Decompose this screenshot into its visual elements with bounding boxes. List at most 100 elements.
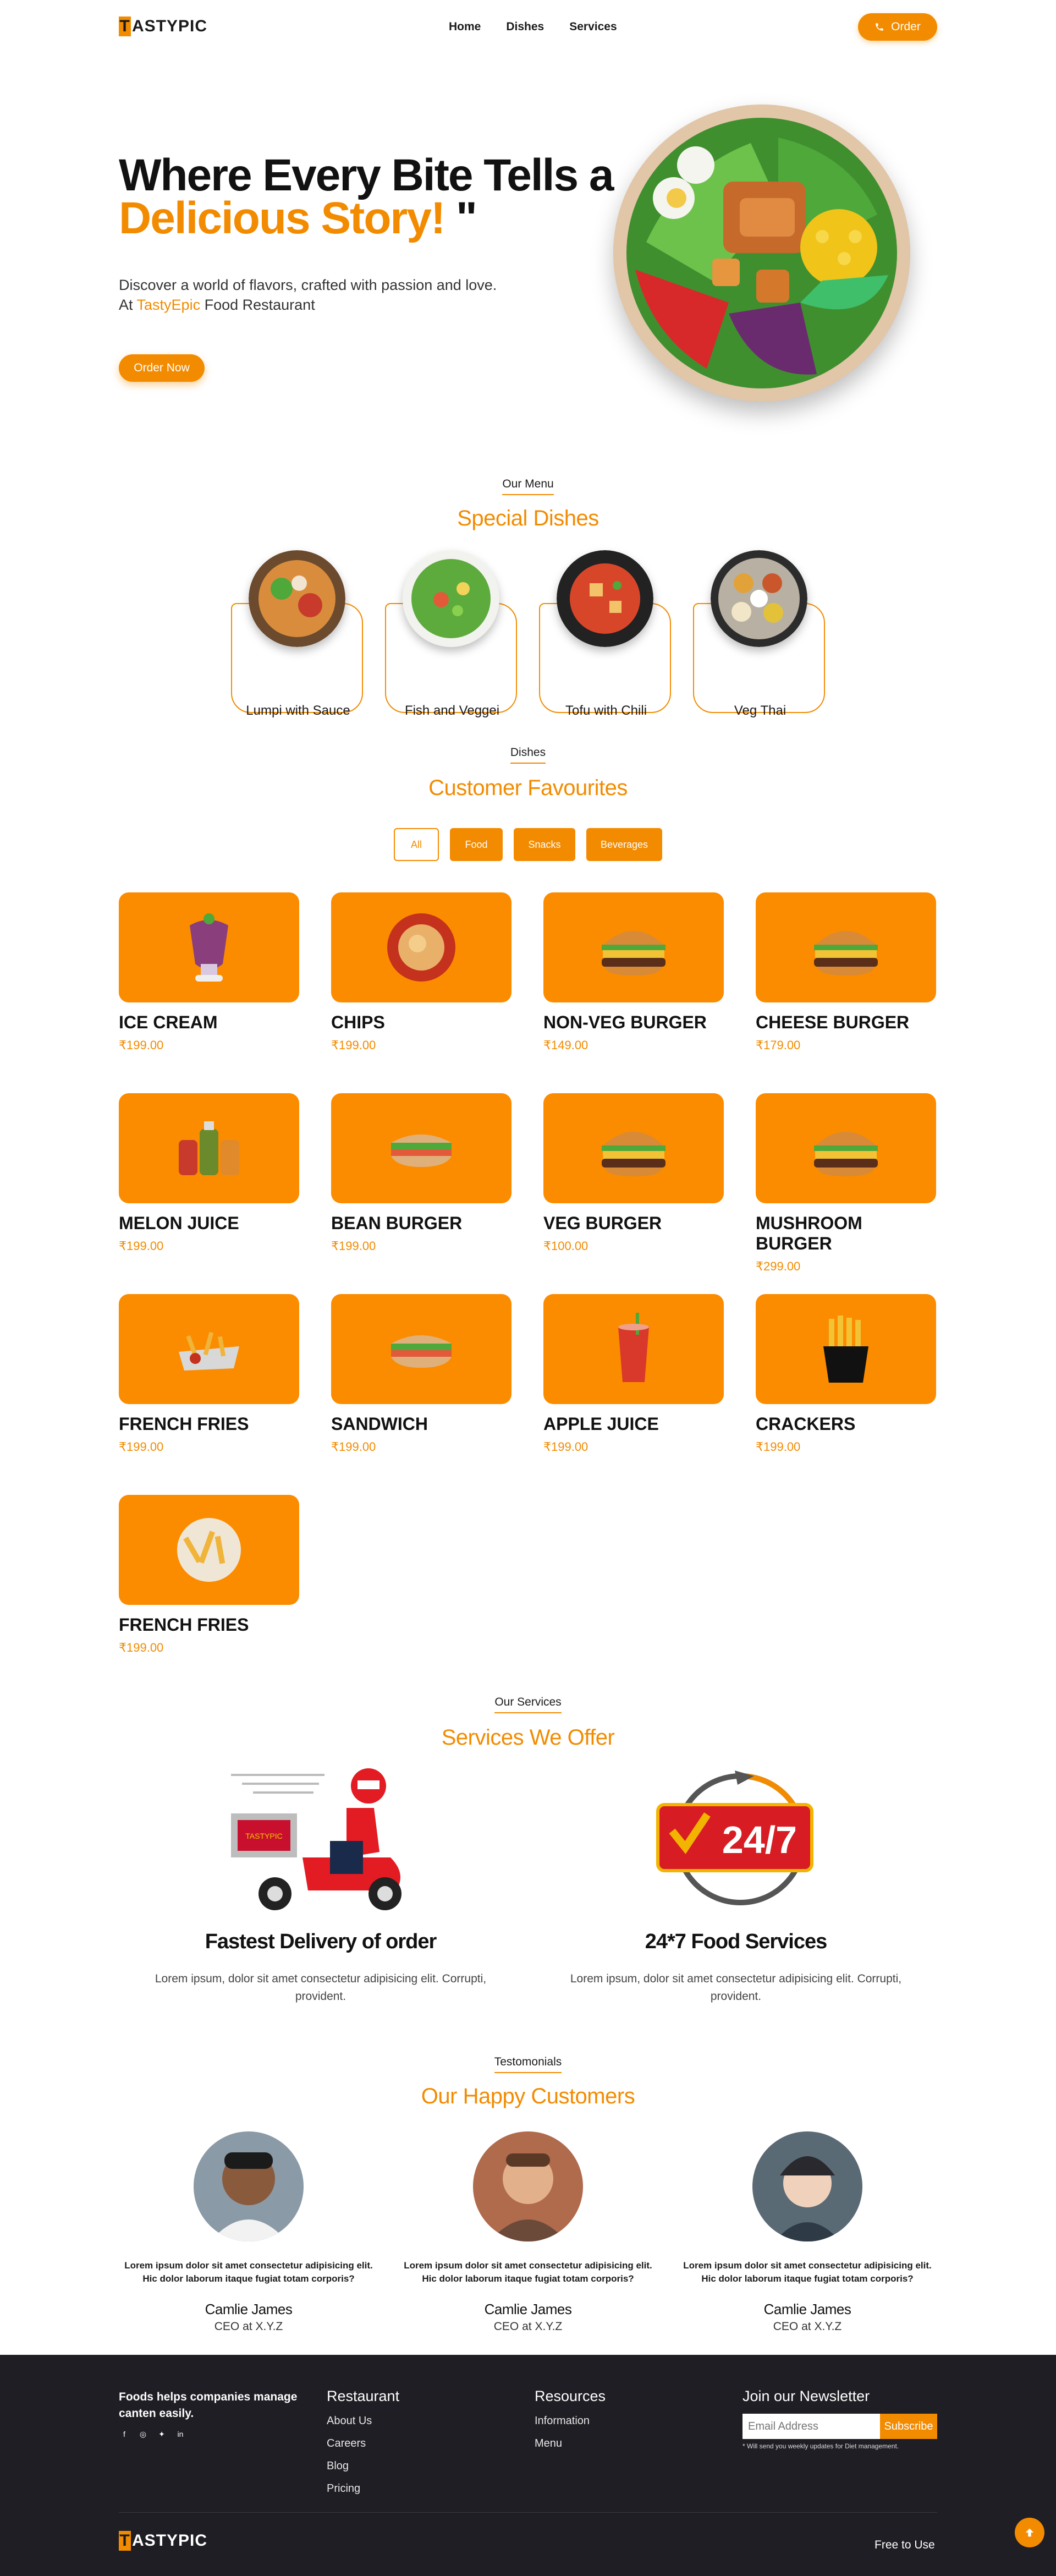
footer-link-about[interactable]: About Us bbox=[327, 2415, 399, 2427]
scooter-sign: TASTYPIC bbox=[245, 1832, 282, 1840]
product-price: ₹199.00 bbox=[331, 1038, 376, 1052]
product-image bbox=[543, 1294, 724, 1404]
footer-link-blog[interactable]: Blog bbox=[327, 2460, 399, 2473]
product-price: ₹199.00 bbox=[331, 1239, 376, 1253]
testimonial-name: Camlie James bbox=[205, 2301, 293, 2317]
linkedin-icon[interactable]: in bbox=[175, 2429, 186, 2440]
newsletter-title: Join our Newsletter bbox=[743, 2388, 870, 2404]
footer-restaurant-title: Restaurant bbox=[327, 2388, 400, 2404]
special-dish-image bbox=[249, 550, 345, 647]
product-card[interactable]: NON-VEG BURGER ₹149.00 bbox=[543, 892, 724, 1053]
menu-section-tag: Our Menu bbox=[0, 478, 1056, 495]
special-dish-image bbox=[711, 550, 807, 647]
special-dish-image bbox=[557, 550, 653, 647]
nav-links: Home Dishes Services bbox=[449, 20, 617, 34]
product-card[interactable]: CHEESE BURGER ₹179.00 bbox=[756, 892, 936, 1053]
nav-link-services[interactable]: Services bbox=[569, 20, 617, 34]
special-dish-name: Fish and Veggei bbox=[404, 703, 500, 718]
hero-desc-prefix: At bbox=[119, 297, 137, 313]
product-card[interactable]: FRENCH FRIES ₹199.00 bbox=[119, 1294, 299, 1454]
footer-restaurant-column: Restaurant About Us Careers Blog Pricing bbox=[327, 2388, 399, 2505]
dishes-section-tag: Dishes bbox=[0, 746, 1056, 764]
subscribe-button[interactable]: Subscribe bbox=[880, 2414, 937, 2439]
hero-title: Where Every Bite Tells a Delicious Story… bbox=[119, 153, 614, 243]
product-card[interactable]: APPLE JUICE ₹199.00 bbox=[543, 1294, 724, 1454]
order-now-button[interactable]: Order Now bbox=[119, 354, 205, 382]
email-input[interactable] bbox=[743, 2414, 880, 2439]
product-image bbox=[756, 892, 936, 1002]
phone-icon bbox=[876, 23, 883, 31]
testimonials-tag-text: Testomonials bbox=[494, 2056, 562, 2073]
product-name: APPLE JUICE bbox=[543, 1414, 659, 1434]
facebook-icon[interactable]: f bbox=[119, 2429, 130, 2440]
dishes-tag-text: Dishes bbox=[510, 746, 546, 764]
scroll-to-top-button[interactable] bbox=[1015, 2518, 1044, 2547]
logo-text: ASTYPIC bbox=[132, 17, 208, 35]
newsletter-note: * Will send you weekly updates for Diet … bbox=[743, 2442, 899, 2450]
product-card[interactable]: CHIPS ₹199.00 bbox=[331, 892, 512, 1053]
product-card[interactable]: CRACKERS ₹199.00 bbox=[756, 1294, 936, 1454]
filter-food-button[interactable]: Food bbox=[450, 828, 503, 861]
service-desc: Lorem ipsum, dolor sit amet consectetur … bbox=[570, 1972, 902, 2003]
product-image bbox=[331, 892, 512, 1002]
instagram-icon[interactable]: ◎ bbox=[138, 2429, 148, 2440]
twitter-icon[interactable]: ✦ bbox=[156, 2429, 167, 2440]
footer-link-menu[interactable]: Menu bbox=[535, 2437, 606, 2450]
product-price: ₹299.00 bbox=[756, 1259, 801, 1273]
order-button[interactable]: Order bbox=[858, 13, 937, 41]
newsletter: Join our Newsletter Subscribe * Will sen… bbox=[743, 2388, 937, 2450]
footer-link-information[interactable]: Information bbox=[535, 2415, 606, 2427]
hero-desc-brand: TastyEpic bbox=[136, 297, 201, 313]
product-name: CRACKERS bbox=[756, 1414, 856, 1434]
product-price: ₹199.00 bbox=[119, 1440, 164, 1454]
product-name: NON-VEG BURGER bbox=[543, 1012, 707, 1032]
product-price: ₹199.00 bbox=[756, 1440, 801, 1454]
product-card[interactable]: FRENCH FRIES ₹199.00 bbox=[119, 1495, 299, 1655]
footer-resources-column: Resources Information Menu bbox=[535, 2388, 606, 2460]
footer-link-pricing[interactable]: Pricing bbox=[327, 2482, 399, 2495]
product-card[interactable]: VEG BURGER ₹100.00 bbox=[543, 1093, 724, 1253]
testimonials-section-tag: Testomonials bbox=[0, 2056, 1056, 2073]
product-price: ₹199.00 bbox=[119, 1239, 164, 1253]
product-card[interactable]: MELON JUICE ₹199.00 bbox=[119, 1093, 299, 1253]
footer-logo[interactable]: T ASTYPIC bbox=[119, 2531, 207, 2551]
clock-247-image: 24/7 bbox=[652, 1771, 817, 1908]
filter-snacks-button[interactable]: Snacks bbox=[514, 828, 575, 861]
testimonial-card: Lorem ipsum dolor sit amet consectetur a… bbox=[675, 2131, 939, 2333]
logo-text: ASTYPIC bbox=[132, 2531, 208, 2550]
brand-logo[interactable]: T ASTYPIC bbox=[119, 17, 207, 36]
product-image bbox=[543, 892, 724, 1002]
arrow-up-icon bbox=[1025, 2528, 1034, 2537]
footer-link-careers[interactable]: Careers bbox=[327, 2437, 399, 2450]
hero-desc-line1: Discover a world of flavors, crafted wit… bbox=[119, 277, 497, 293]
product-card[interactable]: MUSHROOM BURGER ₹299.00 bbox=[756, 1093, 936, 1274]
nav-link-dishes[interactable]: Dishes bbox=[506, 20, 544, 34]
product-name: CHEESE BURGER bbox=[756, 1012, 910, 1032]
filter-beverages-button[interactable]: Beverages bbox=[586, 828, 662, 861]
product-card[interactable]: ICE CREAM ₹199.00 bbox=[119, 892, 299, 1053]
product-name: VEG BURGER bbox=[543, 1213, 662, 1233]
hero-title-highlight: Delicious Story! bbox=[119, 193, 446, 243]
footer-resources-title: Resources bbox=[535, 2388, 606, 2404]
filter-all-button[interactable]: All bbox=[394, 828, 439, 861]
clock-text: 24/7 bbox=[722, 1818, 797, 1861]
product-name: FRENCH FRIES bbox=[119, 1414, 249, 1434]
product-image bbox=[331, 1093, 512, 1203]
nav-link-home[interactable]: Home bbox=[449, 20, 481, 34]
menu-tag-text: Our Menu bbox=[502, 478, 554, 495]
special-dish-image bbox=[403, 550, 499, 647]
avatar bbox=[752, 2131, 862, 2241]
product-image bbox=[119, 1093, 299, 1203]
special-dishes-row: Lumpi with Sauce Fish and Veggei Tofu wi… bbox=[230, 550, 826, 718]
product-card[interactable]: SANDWICH ₹199.00 bbox=[331, 1294, 512, 1454]
testimonial-text: Lorem ipsum dolor sit amet consectetur a… bbox=[404, 2260, 652, 2284]
testimonial-name: Camlie James bbox=[484, 2301, 572, 2317]
hero-description: Discover a world of flavors, crafted wit… bbox=[119, 275, 537, 315]
newsletter-form: Subscribe bbox=[743, 2414, 937, 2439]
product-image bbox=[119, 1294, 299, 1404]
product-price: ₹199.00 bbox=[331, 1440, 376, 1454]
logo-mark: T bbox=[119, 17, 131, 36]
product-name: BEAN BURGER bbox=[331, 1213, 463, 1233]
product-card[interactable]: BEAN BURGER ₹199.00 bbox=[331, 1093, 512, 1253]
product-name: CHIPS bbox=[331, 1012, 385, 1032]
